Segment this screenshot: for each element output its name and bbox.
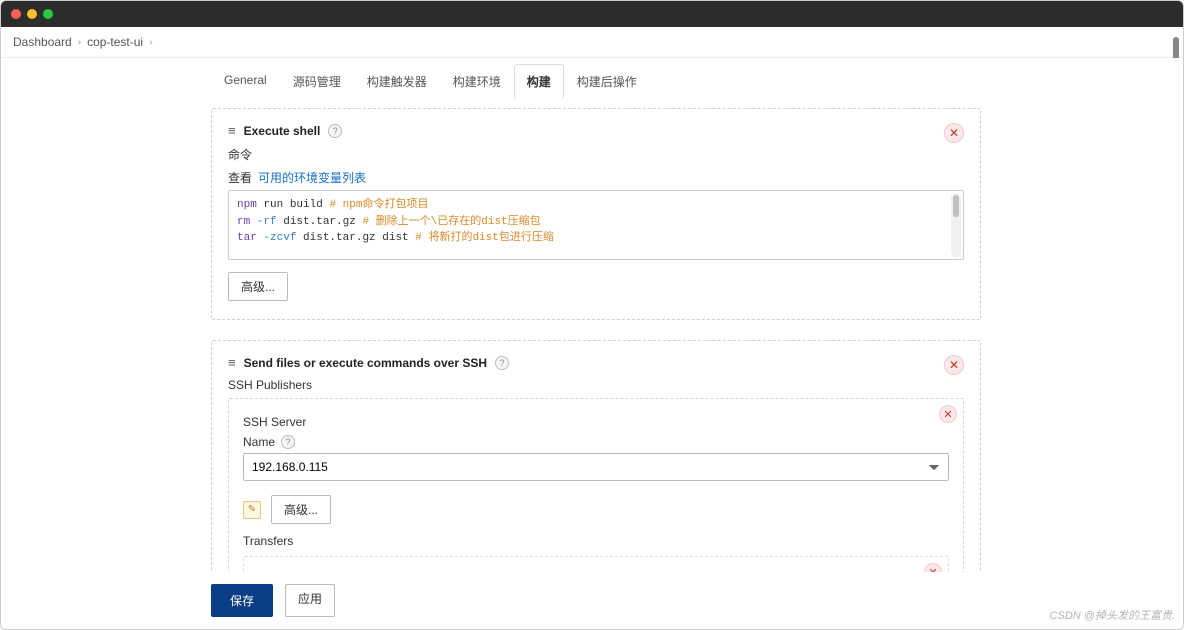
execute-shell-panel: ≡ Execute shell ? ✕ 命令 查看 可用的环境变量列表 npm … bbox=[211, 108, 981, 320]
tab-build[interactable]: 构建 bbox=[514, 64, 564, 99]
window-minimize-dot[interactable] bbox=[27, 9, 37, 19]
ssh-server-label: SSH Server bbox=[243, 415, 949, 429]
tab-triggers[interactable]: 构建触发器 bbox=[354, 64, 440, 99]
window-close-dot[interactable] bbox=[11, 9, 21, 19]
command-label: 命令 bbox=[228, 146, 252, 163]
tab-scm[interactable]: 源码管理 bbox=[280, 64, 354, 99]
tab-general[interactable]: General bbox=[211, 64, 280, 99]
breadcrumb: Dashboard › cop-test-ui › bbox=[1, 27, 1183, 58]
chevron-right-icon: › bbox=[149, 37, 152, 48]
tab-post[interactable]: 构建后操作 bbox=[564, 64, 650, 99]
config-tabs: General 源码管理 构建触发器 构建环境 构建 构建后操作 bbox=[211, 64, 981, 98]
ssh-publishers-label: SSH Publishers bbox=[228, 378, 964, 392]
ssh-server-select[interactable]: 192.168.0.115 bbox=[243, 453, 949, 481]
window-titlebar bbox=[1, 1, 1183, 27]
env-vars-link[interactable]: 可用的环境变量列表 bbox=[258, 169, 366, 186]
ssh-name-label: Name bbox=[243, 435, 275, 449]
chevron-right-icon: › bbox=[78, 37, 81, 48]
help-icon[interactable]: ? bbox=[495, 356, 509, 370]
remove-step-button[interactable]: ✕ bbox=[944, 355, 964, 375]
drag-handle-icon[interactable]: ≡ bbox=[228, 355, 236, 370]
ssh-advanced-button[interactable]: 高级... bbox=[271, 495, 331, 524]
remove-server-button[interactable]: ✕ bbox=[939, 405, 957, 423]
drag-handle-icon[interactable]: ≡ bbox=[228, 123, 236, 138]
help-icon[interactable]: ? bbox=[328, 124, 342, 138]
transfers-label: Transfers bbox=[243, 534, 949, 548]
editor-scrollbar[interactable] bbox=[951, 193, 961, 257]
watermark-text: CSDN @掉头发的王富贵. bbox=[1050, 607, 1175, 623]
breadcrumb-project[interactable]: cop-test-ui bbox=[87, 35, 143, 49]
footer-actions: 保存 应用 bbox=[211, 572, 981, 629]
breadcrumb-dashboard[interactable]: Dashboard bbox=[13, 35, 72, 49]
shell-command-editor[interactable]: npm run build # npm命令打包项目 rm -rf dist.ta… bbox=[228, 190, 964, 260]
execute-shell-title: Execute shell bbox=[244, 124, 321, 138]
window-zoom-dot[interactable] bbox=[43, 9, 53, 19]
note-icon: ✎ bbox=[243, 501, 261, 519]
help-icon[interactable]: ? bbox=[281, 435, 295, 449]
advanced-button[interactable]: 高级... bbox=[228, 272, 288, 301]
ssh-panel-title: Send files or execute commands over SSH bbox=[244, 356, 487, 370]
tab-env[interactable]: 构建环境 bbox=[440, 64, 514, 99]
remove-step-button[interactable]: ✕ bbox=[944, 123, 964, 143]
see-label: 查看 bbox=[228, 169, 252, 186]
save-button[interactable]: 保存 bbox=[211, 584, 273, 617]
apply-button[interactable]: 应用 bbox=[285, 584, 335, 617]
